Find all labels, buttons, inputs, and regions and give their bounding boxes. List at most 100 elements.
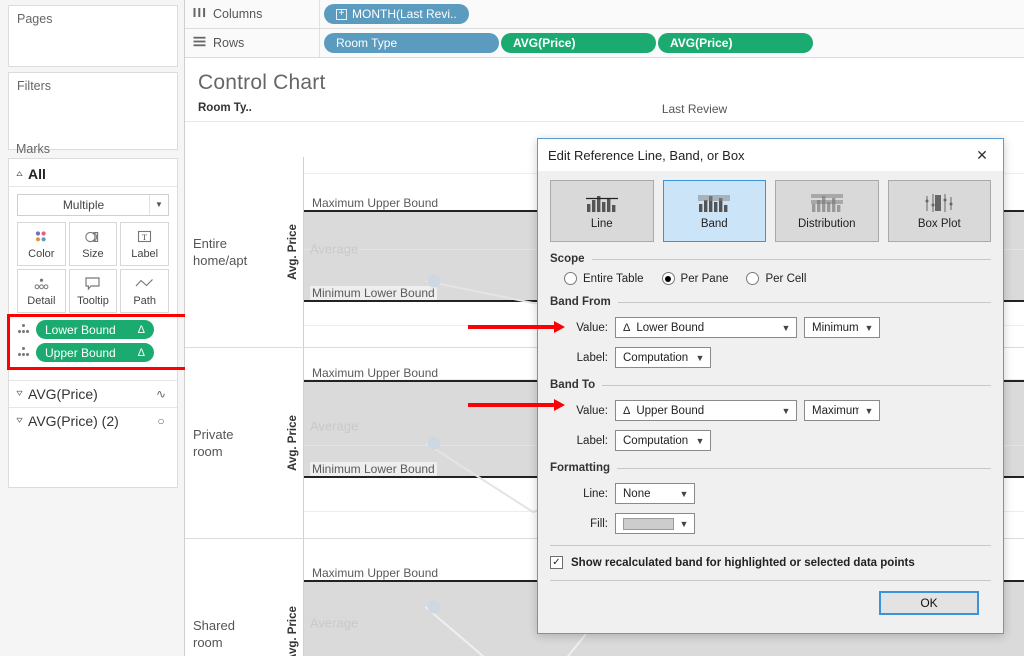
rows-label-text: Rows [213,36,244,50]
pill-avg-price-2-label: AVG(Price) [670,36,732,50]
fill-color-swatch [623,518,674,530]
tooltip-button[interactable]: Tooltip [69,269,118,313]
pages-card[interactable]: Pages [8,5,178,67]
dialog-body: Line Band [538,171,1003,615]
formatting-group-header: Formatting [550,462,991,474]
marks-all-header[interactable]: ▵ All [9,159,177,187]
pill-lower-bound[interactable]: Lower Bound Δ [36,320,154,339]
rows-shelf[interactable]: Rows Room Type AVG(Price) AVG(Price) [185,29,1024,58]
band-from-label-label: Label: [550,352,608,364]
detail-dots-icon [17,324,31,335]
band-to-aggregation-dropdown[interactable]: Maximum ▼ [804,400,880,421]
color-button[interactable]: Color [17,222,66,266]
scope-entire-table-radio[interactable]: Entire Table [564,272,644,285]
band-to-group-label: Band To [550,379,595,391]
radio-icon [746,272,759,285]
rows-pills: Room Type AVG(Price) AVG(Price) [320,29,1024,57]
pill-avg-price-2[interactable]: AVG(Price) [658,33,813,53]
type-distribution-button[interactable]: Distribution [775,180,879,242]
mark-type-dropdown[interactable]: Multiple ▼ [17,194,169,216]
columns-icon [193,7,206,21]
type-line-button[interactable]: Line [550,180,654,242]
pill-month-last-review[interactable]: + MONTH(Last Revi.. [324,4,469,24]
color-dots-icon [33,228,49,245]
scope-radio-group: Entire Table Per Pane Per Cell [564,272,991,285]
type-band-label: Band [701,218,728,230]
delta-icon: Δ [623,405,630,417]
close-icon[interactable]: ✕ [969,142,995,168]
annotation-arrow-band-to [468,401,568,409]
color-button-label: Color [28,248,54,260]
scope-entire-table-label: Entire Table [583,273,644,285]
axis-title: Avg. Price [287,224,299,280]
path-button-label: Path [133,295,156,307]
formatting-line-value: None [623,488,674,500]
divider [618,302,991,303]
band-to-label-row: Label: Computation ▼ [550,430,991,451]
scope-per-cell-label: Per Cell [765,273,806,285]
pane-row-label[interactable]: Shared room [193,617,261,651]
formatting-fill-dropdown[interactable]: ▼ [615,513,695,534]
svg-text:T: T [142,232,148,242]
band-to-value-text: Upper Bound [636,405,704,417]
divider [617,468,991,469]
band-from-group-label: Band From [550,296,611,308]
pill-month-label: MONTH(Last Revi.. [352,7,457,21]
data-point[interactable] [428,275,441,288]
axis-title: Avg. Price [287,415,299,471]
left-sidebar: Pages Filters Marks ▵ All Multiple ▼ [0,0,185,656]
detail-dots-icon [33,275,50,292]
band-chart-icon [697,192,731,214]
scope-per-pane-radio[interactable]: Per Pane [662,272,729,285]
formatting-fill-row: Fill: ▼ [574,513,991,534]
checkbox-icon-checked[interactable]: ✓ [550,556,563,569]
columns-shelf[interactable]: Columns + MONTH(Last Revi.. [185,0,1024,29]
scope-per-cell-radio[interactable]: Per Cell [746,272,806,285]
label-button[interactable]: T Label [120,222,169,266]
dialog-titlebar: Edit Reference Line, Band, or Box ✕ [538,139,1003,171]
pill-room-type[interactable]: Room Type [324,33,499,53]
reference-type-buttons: Line Band [550,180,991,242]
measure-card-avg-price[interactable]: ▿ AVG(Price) ∿ [9,380,177,407]
pill-upper-bound[interactable]: Upper Bound Δ [36,343,154,362]
pane-row-label[interactable]: Private room [193,426,261,460]
filters-label: Filters [9,73,177,93]
band-to-value-dropdown[interactable]: Δ Upper Bound ▼ [615,400,797,421]
rows-icon [193,36,206,50]
label-button-label: Label [131,248,158,260]
band-from-label-dropdown[interactable]: Computation ▼ [615,347,711,368]
chevron-down-icon: ▿ [16,389,22,399]
marks-detail-pills: Lower Bound Δ Upper Bound Δ [17,320,169,362]
line-mark-icon: ∿ [153,387,169,401]
pane-row-label[interactable]: Entire home/apt [193,235,261,269]
path-button[interactable]: Path [120,269,169,313]
delta-icon: Δ [138,347,145,359]
pill-avg-price-1[interactable]: AVG(Price) [501,33,656,53]
band-to-label-dropdown[interactable]: Computation ▼ [615,430,711,451]
marks-buttons-grid: Color Size T [17,222,169,313]
radio-icon [564,272,577,285]
type-band-button[interactable]: Band [663,180,767,242]
chevron-down-icon: ▼ [859,406,879,416]
column-field-header[interactable]: Last Review [185,102,1024,116]
chevron-down-icon: ▼ [149,195,168,215]
detail-button[interactable]: Detail [17,269,66,313]
band-from-value-dropdown[interactable]: Δ Lower Bound ▼ [615,317,797,338]
expand-icon[interactable]: + [336,9,347,20]
ok-button[interactable]: OK [879,591,979,615]
pill-avg-price-1-label: AVG(Price) [513,36,575,50]
axis-title: Avg. Price [287,606,299,656]
size-button[interactable]: Size [69,222,118,266]
band-from-group-header: Band From [550,296,991,308]
tooltip-icon [84,275,101,292]
formatting-line-dropdown[interactable]: None ▼ [615,483,695,504]
show-recalculated-band-row[interactable]: ✓ Show recalculated band for highlighted… [550,556,991,569]
label-icon: T [137,228,152,245]
measure-card-avg-price-2[interactable]: ▿ AVG(Price) (2) ○ [9,407,177,434]
data-point[interactable] [428,437,441,450]
band-from-aggregation-dropdown[interactable]: Minimum ▼ [804,317,880,338]
show-recalculated-band-label: Show recalculated band for highlighted o… [571,557,915,569]
data-point[interactable] [428,601,441,614]
type-distribution-label: Distribution [798,218,856,230]
type-boxplot-button[interactable]: Box Plot [888,180,992,242]
